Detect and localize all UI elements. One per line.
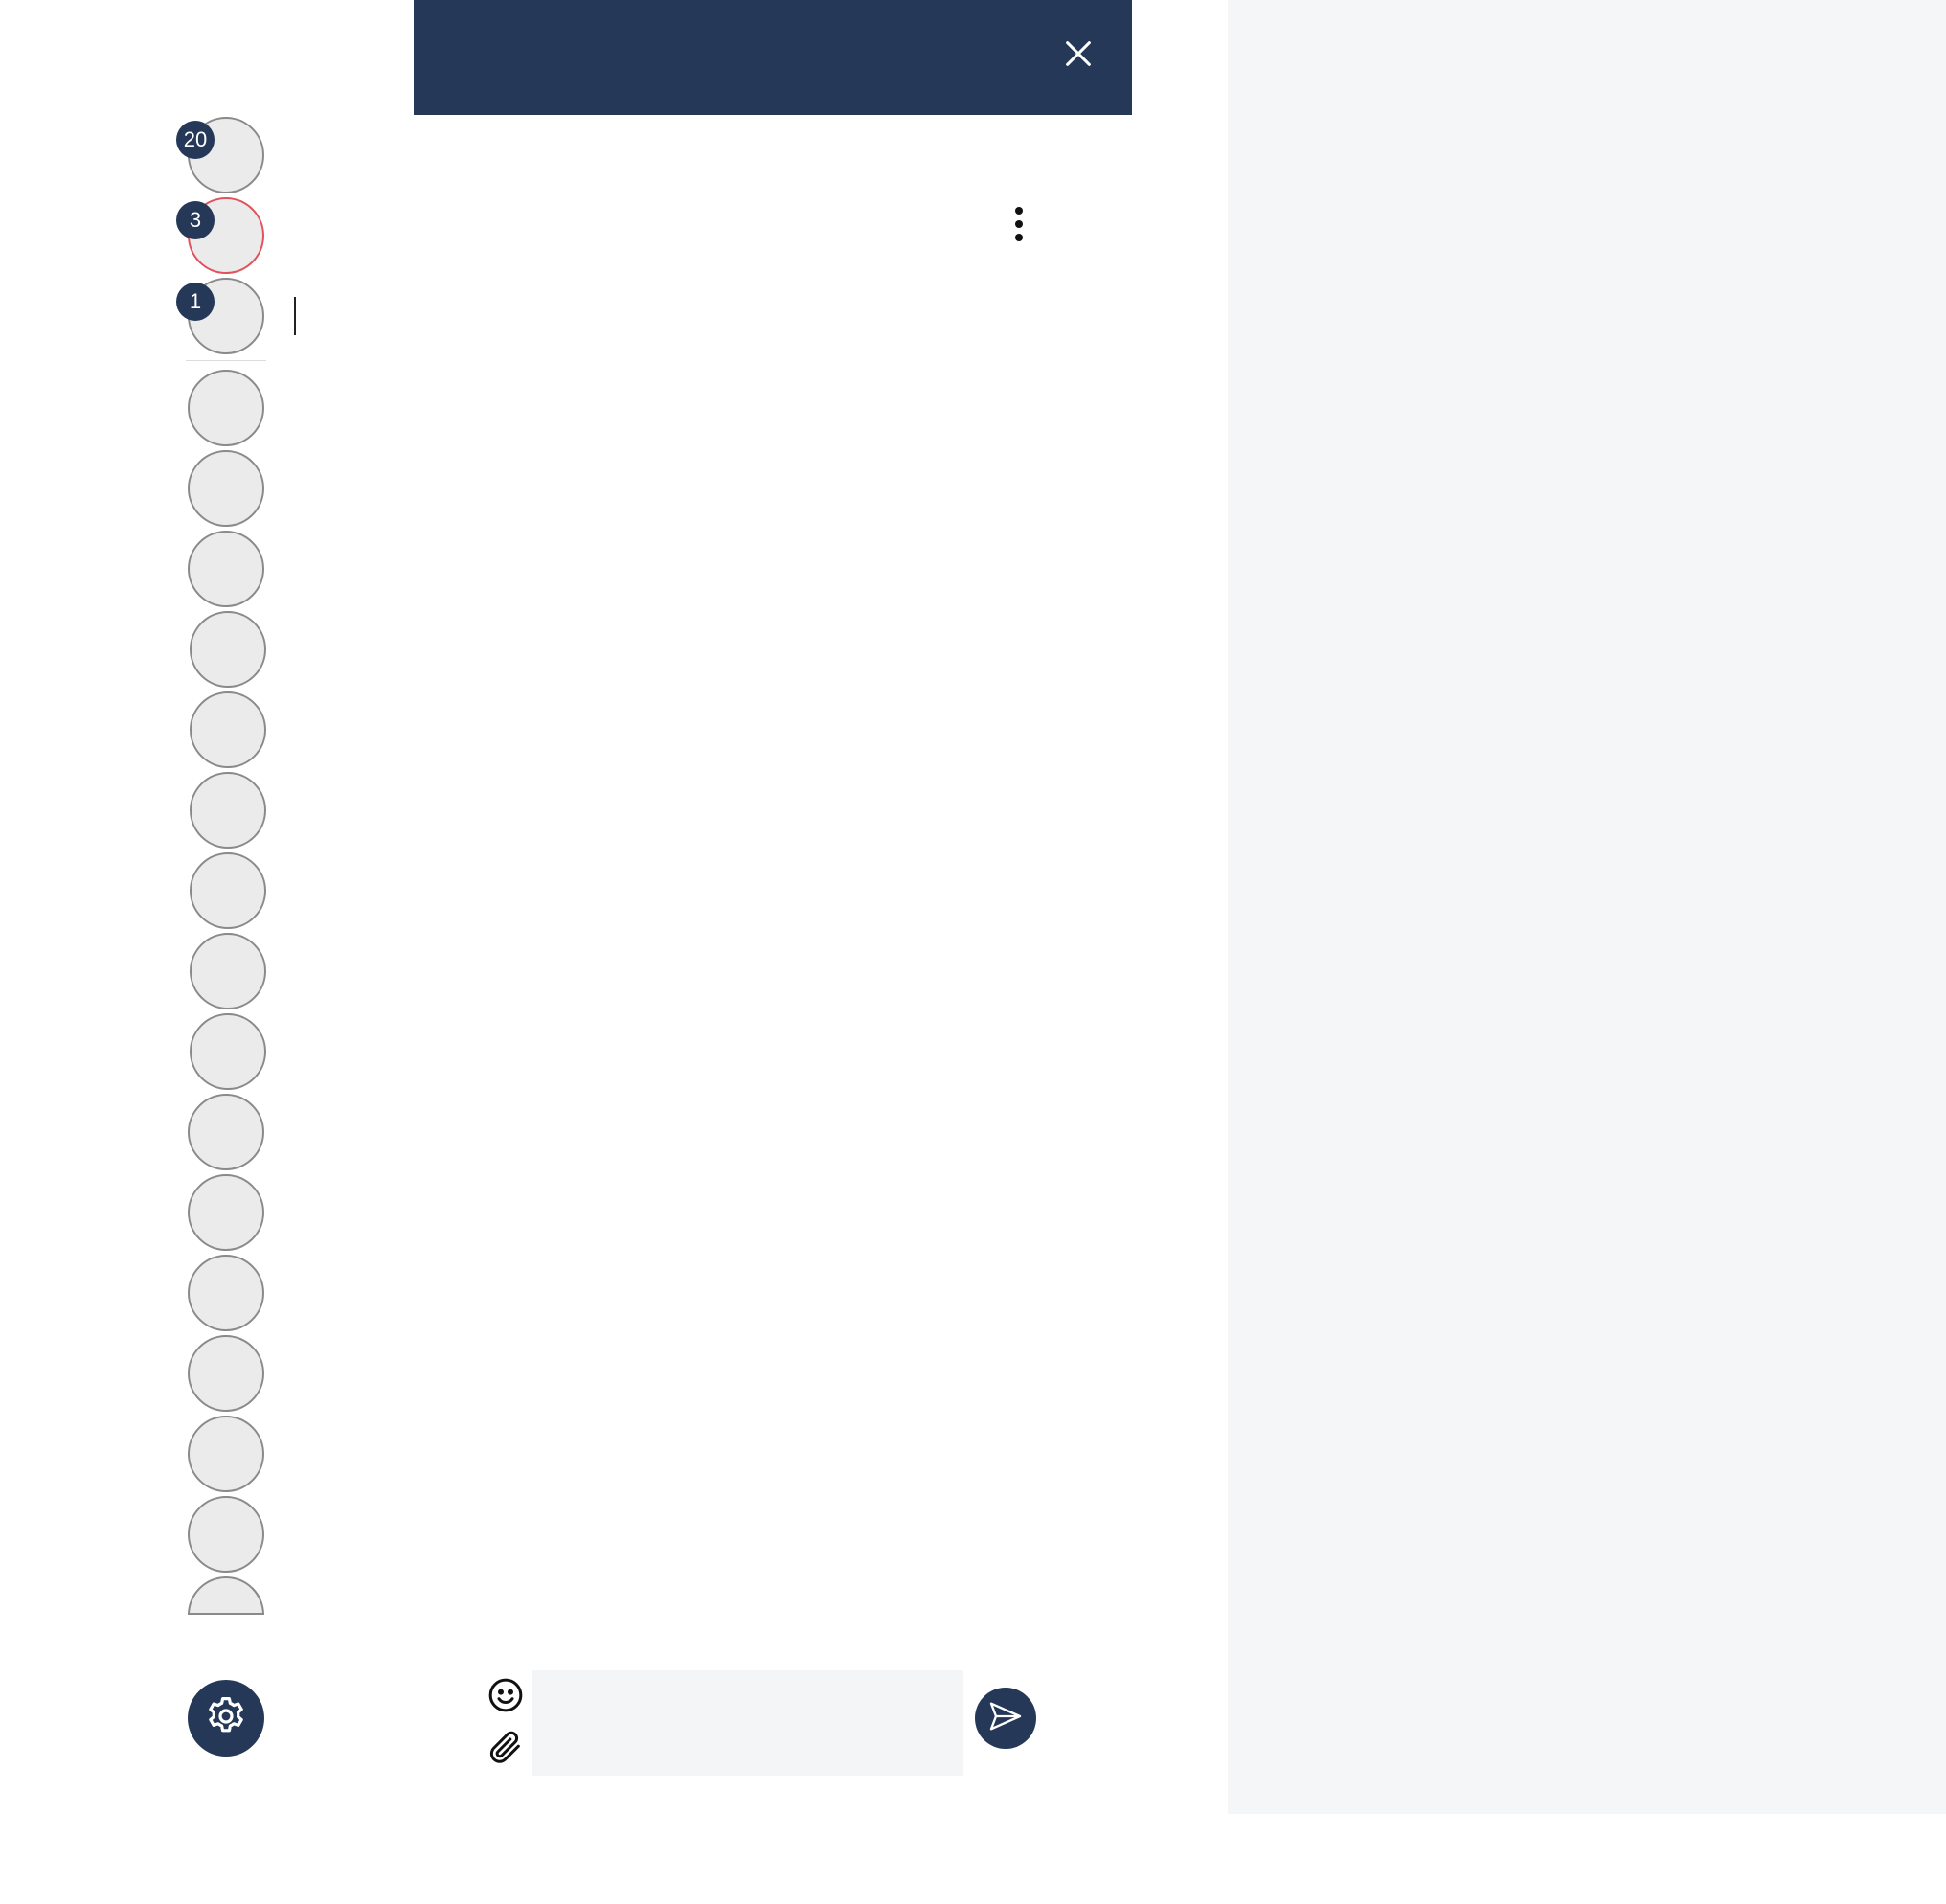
conversation-avatar[interactable] <box>188 1335 264 1412</box>
chat-header <box>414 0 1132 115</box>
more-vertical-icon <box>1015 207 1023 215</box>
conversation-avatar[interactable] <box>190 1013 266 1090</box>
conversation-avatar[interactable] <box>190 691 266 768</box>
unread-count-badge: 20 <box>176 121 215 159</box>
conversation-avatar[interactable] <box>188 1496 264 1573</box>
emoji-button[interactable] <box>486 1676 525 1714</box>
conversation-avatar[interactable] <box>188 1255 264 1331</box>
message-input[interactable] <box>532 1670 963 1776</box>
settings-button[interactable] <box>188 1680 264 1757</box>
close-icon <box>1062 37 1095 75</box>
conversation-avatar[interactable] <box>190 611 266 688</box>
send-button[interactable] <box>975 1688 1036 1749</box>
close-button[interactable] <box>1059 36 1097 75</box>
gear-icon <box>203 1693 249 1744</box>
conversation-avatar[interactable] <box>188 1416 264 1492</box>
conversation-avatar[interactable] <box>188 370 264 446</box>
attach-button[interactable] <box>486 1728 525 1766</box>
smiley-icon <box>486 1678 525 1718</box>
text-caret <box>294 297 296 335</box>
more-vertical-icon-dot <box>1015 220 1023 228</box>
detail-panel <box>1228 0 1946 1814</box>
conversation-avatar[interactable] <box>190 852 266 929</box>
conversation-avatar[interactable] <box>188 531 264 607</box>
conversation-rail: 20 3 1 <box>172 0 287 1904</box>
unread-count-badge: 3 <box>176 201 215 239</box>
conversation-avatar[interactable] <box>190 772 266 849</box>
conversation-avatar[interactable] <box>188 450 264 527</box>
more-vertical-icon-dot <box>1015 234 1023 241</box>
conversation-avatar[interactable] <box>190 933 266 1009</box>
conversation-avatar[interactable] <box>188 1094 264 1170</box>
conversation-avatar[interactable] <box>188 1576 264 1615</box>
conversation-avatar[interactable] <box>188 1174 264 1251</box>
unread-count-badge: 1 <box>176 283 215 321</box>
app-root: 20 3 1 <box>0 0 1946 1904</box>
rail-divider <box>186 360 266 361</box>
more-options-button[interactable] <box>1006 203 1032 245</box>
send-icon <box>986 1697 1025 1740</box>
paperclip-icon <box>486 1731 525 1770</box>
